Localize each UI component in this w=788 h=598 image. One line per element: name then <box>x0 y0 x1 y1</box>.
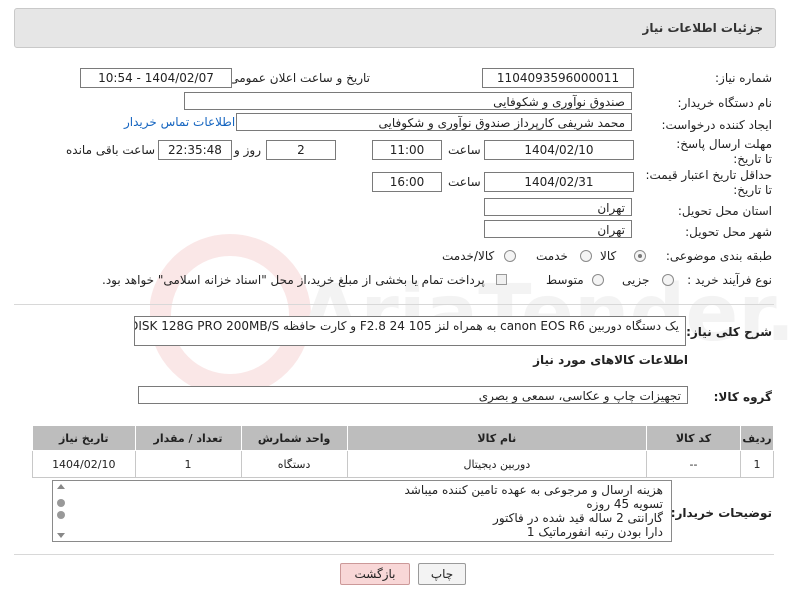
deadline-label: مهلت ارسال پاسخ: تا تاریخ: <box>676 137 772 166</box>
category-radio-goods[interactable] <box>634 250 646 262</box>
payment-note: پرداخت تمام یا بخشی از مبلغ خرید،از محل … <box>102 273 485 287</box>
validity-time-label: ساعت <box>448 175 481 189</box>
process-radio-medium[interactable] <box>592 274 604 286</box>
remaining-label: ساعت باقی مانده <box>66 143 156 157</box>
summary-label: شرح کلی نیاز: <box>686 325 772 339</box>
category-option-service: خدمت <box>536 249 568 263</box>
process-option-medium: متوسط <box>546 273 584 287</box>
notes-textarea[interactable]: هزینه ارسال و مرجوعی به عهده تامین کننده… <box>52 480 672 542</box>
payment-checkbox[interactable] <box>496 274 507 285</box>
city-label: شهر محل تحویل: <box>685 225 772 239</box>
notes-line: تسویه 45 روزه <box>586 497 663 511</box>
header-panel: جزئیات اطلاعات نیاز <box>14 8 776 48</box>
notes-line: هزینه ارسال و مرجوعی به عهده تامین کننده… <box>404 483 664 497</box>
days-label: روز و <box>234 143 261 157</box>
table-row: 1 -- دوربین دیجیتال دستگاه 1 1404/02/10 <box>32 450 774 478</box>
announce-field: 1404/02/07 - 10:54 <box>80 68 232 88</box>
col-date: تاریخ نیاز <box>32 425 136 451</box>
scroll-up-icon <box>57 484 65 489</box>
remaining-time-field: 22:35:48 <box>158 140 232 160</box>
divider <box>14 304 774 305</box>
cell-row: 1 <box>740 450 774 478</box>
validity-label: حداقل تاریخ اعتبار قیمت: تا تاریخ: <box>645 168 772 197</box>
process-radio-partial[interactable] <box>662 274 674 286</box>
category-radio-service[interactable] <box>580 250 592 262</box>
col-row: ردیف <box>740 425 774 451</box>
announce-label: تاریخ و ساعت اعلان عمومی: <box>225 71 370 85</box>
cell-qty: 1 <box>134 450 242 478</box>
group-label: گروه کالا: <box>713 390 772 404</box>
cell-name: دوربین دیجیتال <box>346 450 648 478</box>
scroll-dot-icon <box>57 511 65 519</box>
validity-time-field: 16:00 <box>372 172 442 192</box>
scroll-dot-icon <box>57 499 65 507</box>
need-number-field: 1104093596000011 <box>482 68 634 88</box>
city-field: تهران <box>484 220 632 238</box>
notes-line: دارا بودن رتبه انفورماتیک 1 <box>526 525 663 539</box>
col-name: نام کالا <box>346 425 648 451</box>
scroll-down-icon <box>57 533 65 538</box>
watermark-logo: AriaTender.neT <box>150 234 788 396</box>
table-header-row: ردیف کد کالا نام کالا واحد شمارش تعداد /… <box>32 425 774 451</box>
process-option-partial: جزیی <box>622 273 650 287</box>
col-unit: واحد شمارش <box>240 425 348 451</box>
group-field: تجهیزات چاپ و عکاسی، سمعی و بصری <box>138 386 688 404</box>
category-label: طبقه بندی موضوعی: <box>665 249 772 263</box>
divider <box>14 554 774 555</box>
deadline-time-field: 11:00 <box>372 140 442 160</box>
back-button[interactable]: بازگشت <box>340 563 410 585</box>
notes-line: گارانتی 2 ساله قید شده در فاکتور <box>493 511 663 525</box>
days-field: 2 <box>266 140 336 160</box>
goods-table: ردیف کد کالا نام کالا واحد شمارش تعداد /… <box>32 425 774 478</box>
validity-date-field: 1404/02/31 <box>484 172 634 192</box>
col-qty: تعداد / مقدار <box>134 425 242 451</box>
page-title: جزئیات اطلاعات نیاز <box>642 21 763 35</box>
cell-date: 1404/02/10 <box>32 450 136 478</box>
buyer-label: نام دستگاه خریدار: <box>677 96 773 110</box>
buyer-field: صندوق نوآوری و شکوفایی <box>184 92 632 110</box>
goods-info-title: اطلاعات کالاهای مورد نیاز <box>533 353 688 367</box>
cell-code: -- <box>646 450 742 478</box>
province-field: تهران <box>484 198 632 216</box>
process-label: نوع فرآیند خرید : <box>687 273 772 287</box>
category-radio-both[interactable] <box>504 250 516 262</box>
print-button[interactable]: چاپ <box>418 563 466 585</box>
deadline-time-label: ساعت <box>448 143 481 157</box>
contact-info-link[interactable]: اطلاعات تماس خریدار <box>124 115 235 129</box>
col-code: کد کالا <box>646 425 742 451</box>
province-label: استان محل تحویل: <box>677 204 772 218</box>
category-option-both: کالا/خدمت <box>442 249 495 263</box>
deadline-date-field: 1404/02/10 <box>484 140 634 160</box>
summary-field: یک دستگاه دوربین canon EOS R6 به همراه ل… <box>134 316 686 346</box>
category-option-goods: کالا <box>600 249 617 263</box>
creator-field: محمد شریفی کارپرداز صندوق نوآوری و شکوفا… <box>236 113 632 131</box>
need-number-label: شماره نیاز: <box>715 71 772 85</box>
notes-label: توضیحات خریدار: <box>670 506 772 520</box>
creator-label: ایجاد کننده درخواست: <box>661 118 772 132</box>
notes-scrollbar[interactable] <box>53 481 69 541</box>
cell-unit: دستگاه <box>240 450 348 478</box>
